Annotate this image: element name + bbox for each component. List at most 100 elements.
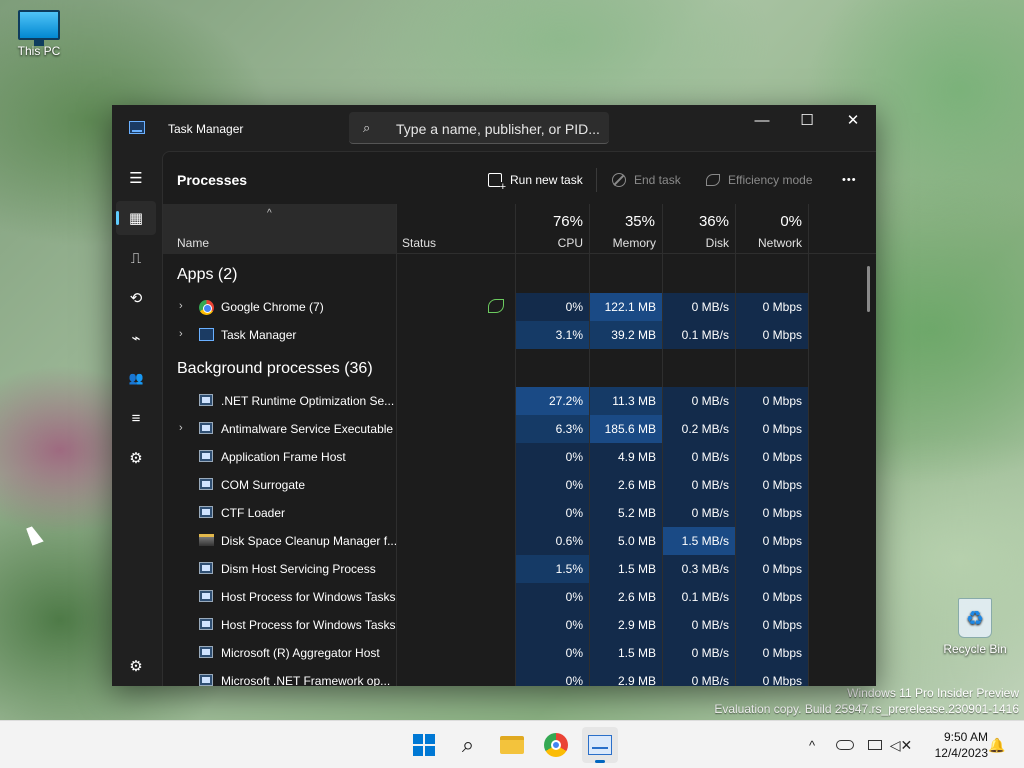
task-manager-taskbar-button[interactable] [582, 727, 618, 763]
memory-total-pct[interactable]: 35% [590, 213, 655, 230]
table-row[interactable]: .NET Runtime Optimization Se... 27.2% 11… [163, 387, 876, 415]
monitor-icon [18, 10, 60, 46]
table-row[interactable]: Microsoft .NET Framework op... 0% 2.9 MB… [163, 667, 876, 686]
process-name: Host Process for Windows Tasks [221, 590, 396, 604]
services-icon[interactable]: ⚙ [116, 441, 156, 475]
memory-cell: 1.5 MB [590, 639, 662, 667]
notification-bell-icon[interactable]: 🔔 [986, 721, 1008, 768]
search-box[interactable]: ⌕ Type a name, publisher, or PID... [349, 112, 609, 144]
network-cell: 0 Mbps [736, 555, 808, 583]
memory-cell: 5.0 MB [590, 527, 662, 555]
cpu-cell: 6.3% [516, 415, 589, 443]
app-history-icon[interactable]: ⟲ [116, 281, 156, 315]
end-task-button[interactable]: End task [612, 166, 681, 194]
table-row[interactable]: Microsoft (R) Aggregator Host 0% 1.5 MB … [163, 639, 876, 667]
window-title: Task Manager [168, 122, 244, 136]
disk-cell: 0 MB/s [663, 443, 735, 471]
more-options-button[interactable]: ••• [842, 166, 857, 194]
network-icon[interactable] [864, 721, 886, 768]
network-total-pct[interactable]: 0% [736, 213, 802, 230]
process-name: Task Manager [221, 328, 297, 342]
taskbar: ⌕ ^ ◁✕ 9:50 AM 12/4/2023 🔔 [0, 720, 1024, 768]
system-clock[interactable]: 9:50 AM 12/4/2023 [916, 729, 988, 761]
network-cell: 0 Mbps [736, 443, 808, 471]
cpu-cell: 0% [516, 293, 589, 321]
table-row[interactable]: Host Process for Windows Tasks 0% 2.9 MB… [163, 611, 876, 639]
process-name: Microsoft (R) Aggregator Host [221, 646, 380, 660]
network-cell: 0 Mbps [736, 583, 808, 611]
vertical-scrollbar[interactable] [867, 266, 870, 312]
close-button[interactable]: ✕ [830, 105, 876, 135]
processes-icon[interactable]: ▦ [116, 201, 156, 235]
process-icon [199, 590, 213, 602]
disk-cell: 0.2 MB/s [663, 415, 735, 443]
column-divider[interactable] [396, 204, 397, 254]
hamburger-menu-icon[interactable]: ☰ [116, 161, 156, 195]
recycle-bin-desktop-icon[interactable]: ♻ Recycle Bin [940, 598, 1010, 656]
startup-apps-icon[interactable]: ⌁ [116, 321, 156, 355]
cpu-cell: 0.6% [516, 527, 589, 555]
table-row[interactable]: COM Surrogate 0% 2.6 MB 0 MB/s 0 Mbps [163, 471, 876, 499]
expand-chevron-icon[interactable]: › [179, 328, 183, 340]
process-icon [199, 394, 213, 406]
name-column-label: Name [177, 236, 210, 250]
task-manager-icon [199, 328, 214, 341]
show-hidden-icons-button[interactable]: ^ [800, 721, 824, 768]
page-title: Processes [177, 172, 248, 188]
table-row[interactable]: Host Process for Windows Tasks 0% 2.6 MB… [163, 583, 876, 611]
table-row[interactable]: Application Frame Host 0% 4.9 MB 0 MB/s … [163, 443, 876, 471]
process-name: Google Chrome (7) [221, 300, 324, 314]
expand-chevron-icon[interactable]: › [179, 422, 183, 434]
sidebar: ☰ ▦ ⎍ ⟲ ⌁ 👥 ≡ ⚙ ⚙ [112, 151, 160, 686]
users-icon[interactable]: 👥 [116, 361, 156, 395]
expand-chevron-icon[interactable]: › [179, 300, 183, 312]
column-divider[interactable] [808, 204, 809, 254]
network-cell: 0 Mbps [736, 527, 808, 555]
cpu-column-header[interactable]: CPU [516, 236, 583, 250]
process-name: Disk Space Cleanup Manager f... [221, 534, 398, 548]
cpu-cell: 0% [516, 443, 589, 471]
table-row[interactable]: › Antimalware Service Executable 6.3% 18… [163, 415, 876, 443]
table-row[interactable]: › Google Chrome (7) 0% 122.1 MB 0 MB/s 0… [163, 293, 876, 321]
search-taskbar-icon[interactable]: ⌕ [450, 727, 486, 763]
table-row[interactable]: Disk Space Cleanup Manager f... 0.6% 5.0… [163, 527, 876, 555]
maximize-button[interactable]: ☐ [784, 105, 830, 135]
disk-cell: 0 MB/s [663, 639, 735, 667]
background-group-header[interactable]: Background processes (36) [177, 360, 373, 378]
search-placeholder[interactable]: Type a name, publisher, or PID... [396, 121, 600, 137]
this-pc-desktop-icon[interactable]: This PC [4, 10, 74, 58]
title-bar[interactable]: Task Manager ⌕ Type a name, publisher, o… [112, 105, 876, 151]
memory-cell: 122.1 MB [590, 293, 662, 321]
table-row[interactable]: › Task Manager 3.1% 39.2 MB 0.1 MB/s 0 M… [163, 321, 876, 349]
apps-group-header[interactable]: Apps (2) [177, 266, 237, 284]
cpu-total-pct[interactable]: 76% [516, 213, 583, 230]
cpu-cell: 0% [516, 639, 589, 667]
onedrive-cloud-icon[interactable] [832, 721, 858, 768]
end-task-label: End task [634, 173, 681, 187]
performance-icon[interactable]: ⎍ [116, 241, 156, 275]
details-icon[interactable]: ≡ [116, 401, 156, 435]
end-task-icon [612, 173, 626, 187]
minimize-button[interactable]: — [739, 105, 785, 135]
name-column-header[interactable]: ^ Name [163, 204, 396, 254]
start-button[interactable] [406, 727, 442, 763]
settings-icon[interactable]: ⚙ [116, 649, 156, 683]
network-cell: 0 Mbps [736, 499, 808, 527]
disk-cleanup-icon [199, 534, 214, 546]
process-name: Antimalware Service Executable [221, 422, 394, 436]
memory-cell: 4.9 MB [590, 443, 662, 471]
disk-cell: 0 MB/s [663, 611, 735, 639]
memory-column-header[interactable]: Memory [590, 236, 656, 250]
table-row[interactable]: CTF Loader 0% 5.2 MB 0 MB/s 0 Mbps [163, 499, 876, 527]
table-row[interactable]: Dism Host Servicing Process 1.5% 1.5 MB … [163, 555, 876, 583]
file-explorer-button[interactable] [494, 727, 530, 763]
network-column-header[interactable]: Network [736, 236, 802, 250]
status-column-header[interactable]: Status [402, 236, 436, 250]
efficiency-mode-button[interactable]: Efficiency mode [706, 166, 813, 194]
chrome-taskbar-button[interactable] [538, 727, 574, 763]
volume-muted-icon[interactable]: ◁✕ [890, 721, 913, 768]
disk-total-pct[interactable]: 36% [663, 213, 729, 230]
process-icon [199, 674, 213, 686]
run-new-task-button[interactable]: Run new task [488, 166, 583, 194]
disk-column-header[interactable]: Disk [663, 236, 729, 250]
